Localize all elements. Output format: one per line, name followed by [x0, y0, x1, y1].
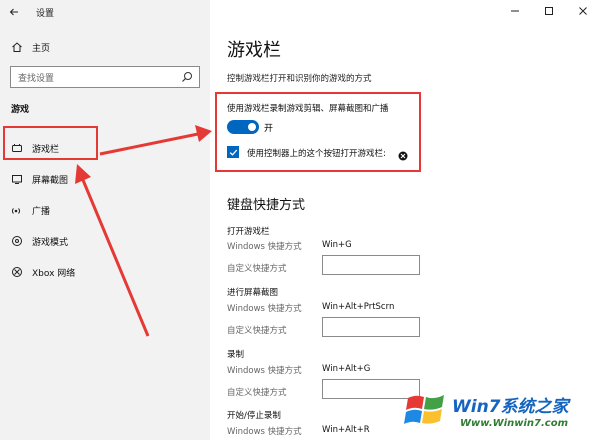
nav-broadcast-label: 广播 — [32, 206, 51, 217]
search-icon[interactable] — [181, 71, 193, 86]
nav-gamemode-label: 游戏模式 — [32, 237, 69, 248]
search-placeholder: 查找设置 — [18, 73, 55, 84]
windows-shortcut-value: Win+G — [322, 240, 352, 250]
windows-shortcut-label: Windows 快捷方式 — [227, 242, 302, 252]
windows-shortcut-value: Win+Alt+G — [322, 364, 371, 374]
maximize-button[interactable] — [532, 0, 566, 22]
broadcast-icon — [10, 203, 24, 217]
controller-checkbox[interactable] — [227, 146, 239, 158]
watermark: Win7系统之家 Www.Winwin7.com — [402, 384, 598, 438]
sidebar: 设置 主页 查找设置 游戏 游戏栏 屏幕截图 广播 游戏模式 Xbox 网络 — [0, 0, 210, 440]
page-title: 游戏栏 — [227, 40, 281, 61]
toggle-knob — [248, 123, 256, 131]
nav-xbox[interactable]: Xbox 网络 — [0, 260, 210, 284]
close-icon — [579, 7, 587, 15]
toggle-state-label: 开 — [264, 124, 274, 134]
back-button[interactable] — [0, 0, 28, 24]
watermark-brand: Win7系统之家 — [452, 397, 569, 417]
shortcut-group-title: 录制 — [227, 350, 245, 360]
xbox-icon — [10, 265, 24, 279]
nav-broadcast[interactable]: 广播 — [0, 198, 210, 222]
minimize-button[interactable] — [498, 0, 532, 22]
home-icon — [10, 40, 24, 54]
nav-home[interactable]: 主页 — [0, 35, 210, 59]
minimize-icon — [511, 10, 519, 12]
capture-icon — [10, 172, 24, 186]
xbox-button-icon — [398, 146, 408, 165]
annotation-box-sidebar — [3, 126, 98, 160]
gamemode-icon — [10, 234, 24, 248]
custom-shortcut-input[interactable] — [322, 317, 420, 337]
windows-logo-icon — [404, 395, 444, 424]
shortcut-group-title: 打开游戏栏 — [227, 227, 270, 237]
keyboard-shortcuts-title: 键盘快捷方式 — [227, 198, 306, 213]
page-description: 控制游戏栏打开和识别你的游戏的方式 — [227, 74, 372, 84]
app-title: 设置 — [36, 8, 55, 19]
record-setting-label: 使用游戏栏录制游戏剪辑、屏幕截图和广播 — [227, 104, 389, 114]
window-controls — [498, 0, 600, 22]
custom-shortcut-input[interactable] — [322, 255, 420, 275]
custom-shortcut-label: 自定义快捷方式 — [227, 388, 287, 398]
record-toggle[interactable] — [227, 120, 259, 134]
windows-shortcut-value: Win+Alt+R — [322, 425, 370, 435]
titlebar-left: 设置 — [0, 0, 210, 24]
maximize-icon — [545, 7, 553, 15]
shortcut-group-title: 开始/停止录制 — [227, 411, 281, 421]
nav-xbox-label: Xbox 网络 — [32, 268, 76, 279]
windows-shortcut-value: Win+Alt+PrtScrn — [322, 302, 395, 312]
nav-capture[interactable]: 屏幕截图 — [0, 167, 210, 191]
back-arrow-icon — [9, 8, 18, 16]
close-button[interactable] — [566, 0, 600, 22]
watermark-url: Www.Winwin7.com — [460, 418, 569, 429]
windows-shortcut-label: Windows 快捷方式 — [227, 304, 302, 314]
windows-shortcut-label: Windows 快捷方式 — [227, 427, 302, 437]
nav-home-label: 主页 — [32, 43, 51, 54]
checkmark-icon — [229, 149, 237, 156]
controller-checkbox-label: 使用控制器上的这个按钮打开游戏栏: — [247, 149, 386, 159]
section-label: 游戏 — [11, 105, 30, 115]
search-input[interactable]: 查找设置 — [10, 66, 200, 88]
main-panel: 游戏栏 控制游戏栏打开和识别你的游戏的方式 使用游戏栏录制游戏剪辑、屏幕截图和广… — [210, 0, 600, 440]
custom-shortcut-label: 自定义快捷方式 — [227, 326, 287, 336]
windows-shortcut-label: Windows 快捷方式 — [227, 366, 302, 376]
custom-shortcut-label: 自定义快捷方式 — [227, 264, 287, 274]
nav-gamemode[interactable]: 游戏模式 — [0, 229, 210, 253]
shortcut-group-title: 进行屏幕截图 — [227, 288, 279, 298]
nav-capture-label: 屏幕截图 — [32, 175, 69, 186]
